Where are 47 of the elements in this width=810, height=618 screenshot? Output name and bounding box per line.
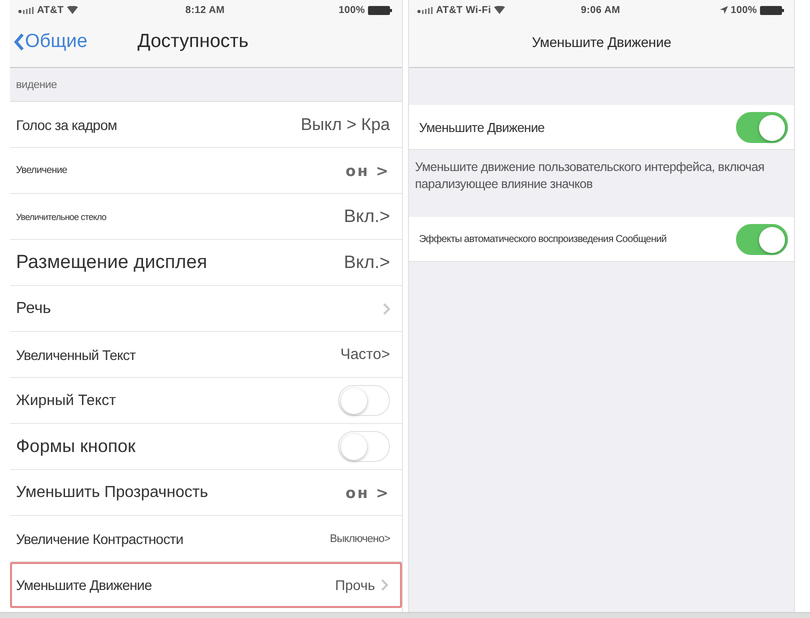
wifi-icon — [494, 6, 506, 14]
screen-title: Уменьшите Движение — [532, 34, 672, 50]
chevron-icon — [383, 302, 390, 314]
row-label: Формы кнопок — [16, 436, 136, 457]
row-label: Увеличение — [16, 165, 68, 176]
settings-row[interactable]: Уменьшите Движение — [409, 105, 794, 150]
row-label: Уменьшить Прозрачность — [16, 484, 208, 502]
row-label: Жирный Текст — [16, 392, 116, 409]
battery-icon — [760, 6, 784, 14]
row-value: Вкл.> — [344, 252, 390, 273]
row-value: он > — [346, 162, 390, 180]
chevron-icon — [14, 32, 24, 50]
row-label: Увеличенный Текст — [16, 346, 136, 362]
signal-icon — [18, 6, 34, 14]
back-button[interactable]: Общие — [14, 30, 88, 52]
row-value: он > — [346, 484, 390, 502]
signal-icon — [417, 6, 433, 14]
wifi-icon — [66, 6, 78, 14]
battery-icon — [368, 6, 392, 14]
row-label: Размещение дисплея — [16, 252, 208, 274]
status-time: 8:12 AM — [185, 4, 225, 16]
toggle-switch[interactable] — [736, 224, 788, 254]
location-icon — [720, 6, 728, 14]
row-value: Вкл.> — [344, 206, 390, 227]
row-label: Эффекты автоматического воспроизведения Сообщений — [419, 234, 666, 244]
highlighted-settings-row[interactable]: Уменьшите Движение Прочь — [10, 562, 402, 608]
carrier-name: AT&T Wi-Fi — [436, 4, 492, 16]
section-header: видение — [10, 68, 402, 102]
row-label: Увеличение Контрастности — [16, 530, 184, 546]
row-label: Увеличительное стекло — [16, 212, 106, 222]
status-time: 9:06 AM — [580, 4, 620, 16]
row-value: Прочь — [335, 577, 375, 593]
row-label: Уменьшите Движение — [16, 577, 152, 593]
toggle-switch[interactable] — [736, 112, 788, 142]
row-value: Выкл > Кра — [300, 114, 390, 134]
carrier-name: AT&T — [37, 4, 64, 16]
row-label: Речь — [16, 300, 52, 318]
screen-title: Доступность — [137, 30, 248, 52]
footer-note: Уменьшите движение пользовательского интерфейса, включая парализующее влияние значков — [414, 159, 766, 193]
settings-row[interactable]: Эффекты автоматического воспроизведения Сообщений — [409, 217, 794, 262]
battery-percent: 100% — [730, 4, 757, 16]
row-value: Выключено> — [330, 532, 390, 544]
row-label: Голос за кадром — [16, 116, 117, 132]
chevron-icon — [381, 579, 388, 591]
battery-percent: 100% — [338, 4, 365, 16]
row-label: Уменьшите Движение — [419, 120, 545, 134]
row-value: Часто> — [340, 346, 390, 363]
